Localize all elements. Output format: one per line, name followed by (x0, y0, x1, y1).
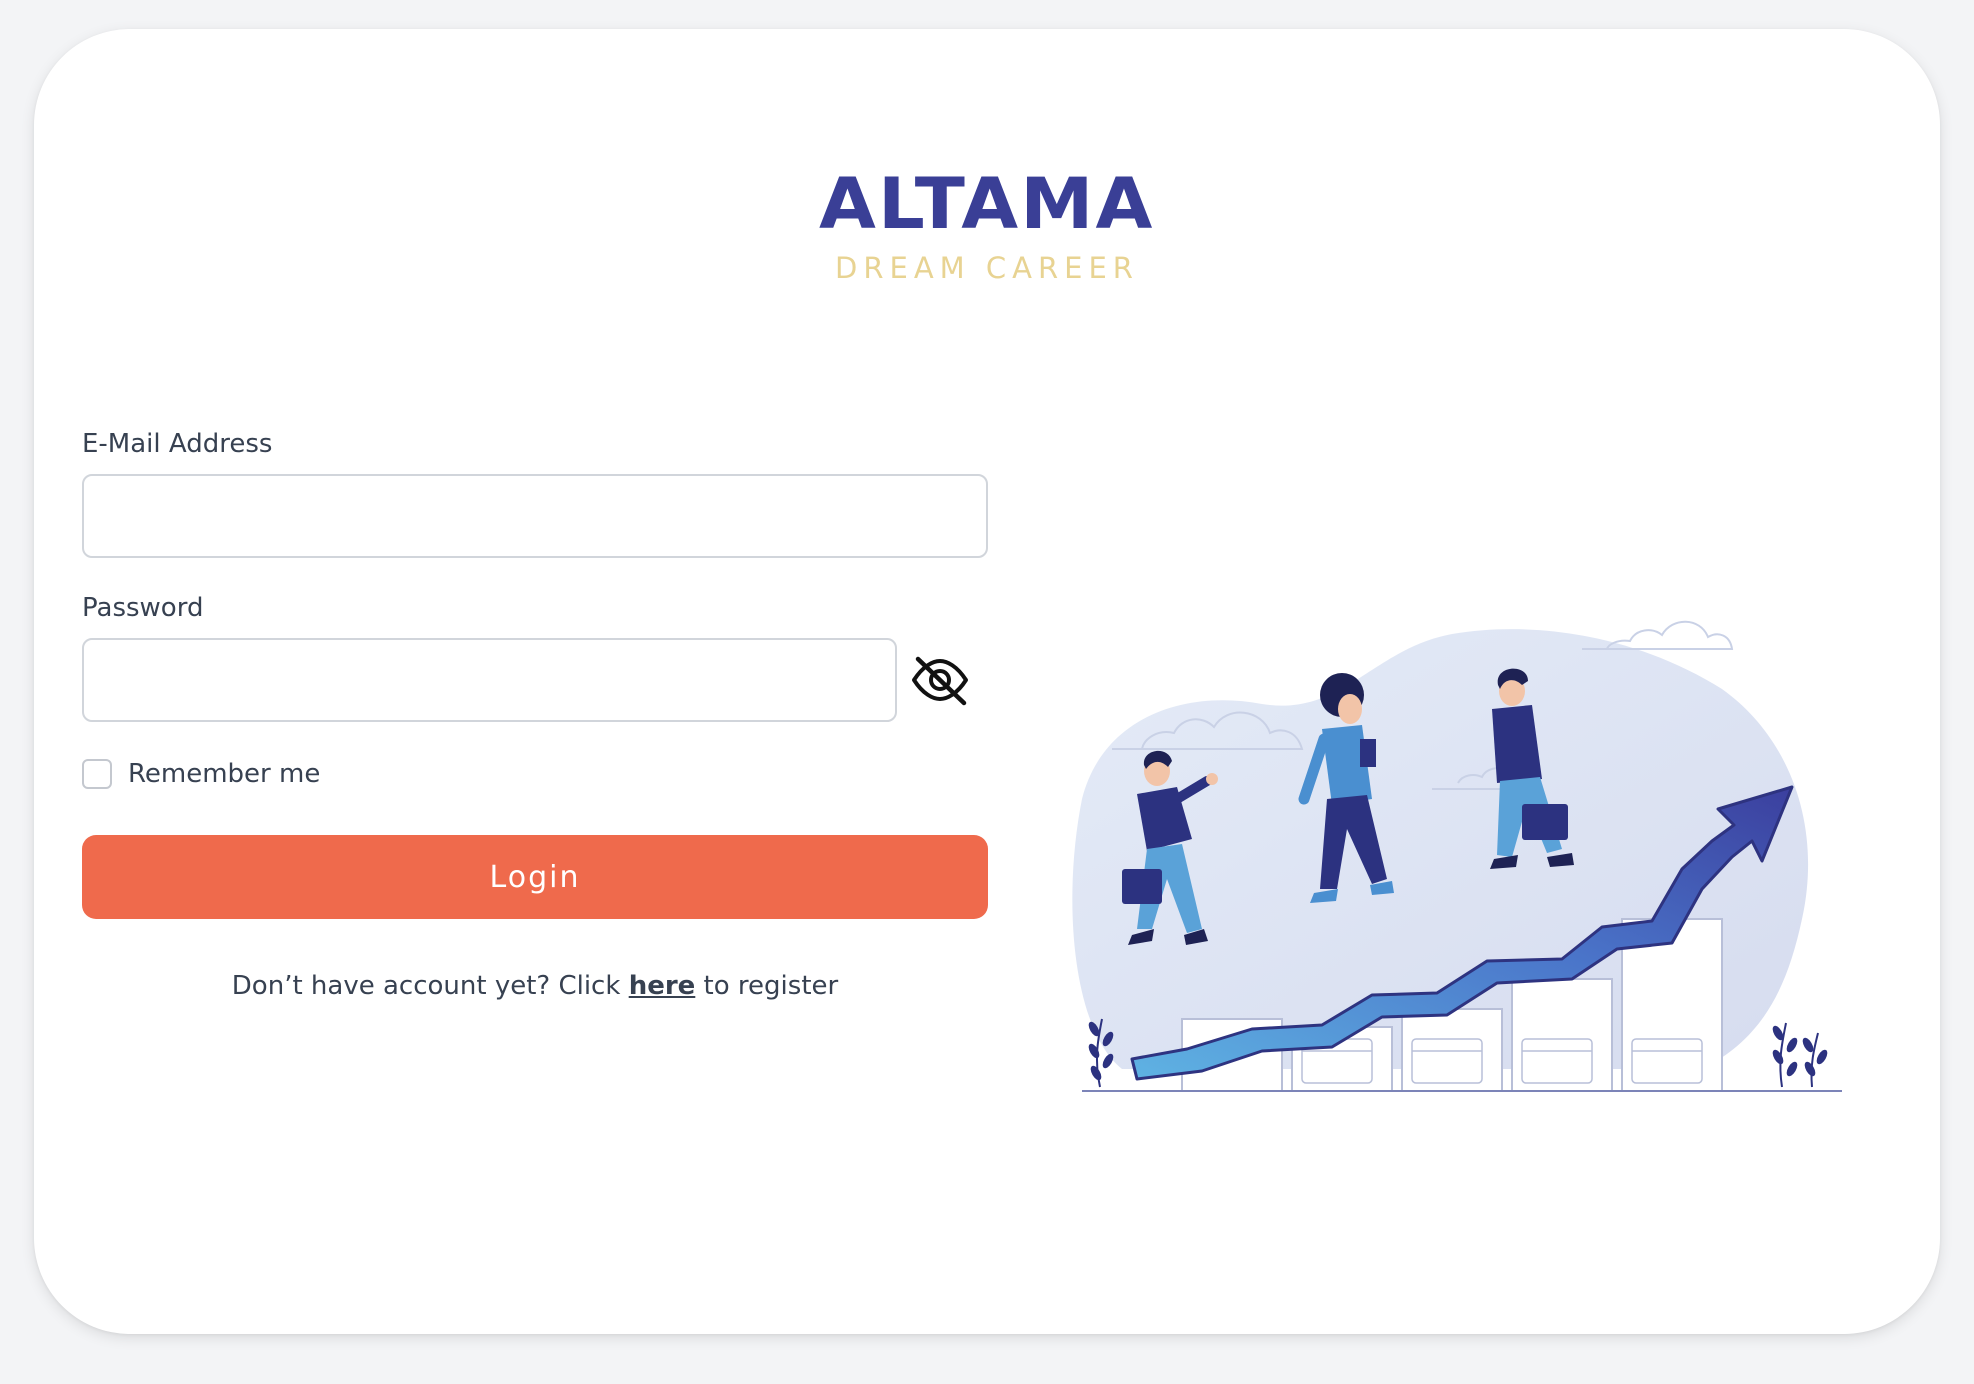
eye-slash-icon (912, 656, 968, 706)
email-label: E-Mail Address (82, 429, 273, 459)
register-prompt: Don’t have account yet? Click here to re… (82, 971, 988, 1001)
password-input[interactable] (82, 638, 897, 722)
register-prefix: Don’t have account yet? Click (231, 971, 629, 1001)
remember-me: Remember me (82, 759, 320, 789)
remember-me-label: Remember me (128, 759, 321, 789)
login-button[interactable]: Login (82, 835, 988, 919)
register-link[interactable]: here (629, 971, 696, 1001)
login-card: ALTAMA DREAM CAREER E-Mail Address Passw… (34, 29, 1940, 1334)
logo: ALTAMA DREAM CAREER (34, 169, 1940, 285)
logo-title: ALTAMA (819, 163, 1155, 245)
toggle-password-visibility-button[interactable] (909, 652, 971, 708)
career-growth-illustration (1042, 599, 1882, 1139)
remember-me-checkbox[interactable] (82, 759, 112, 789)
logo-subtitle: DREAM CAREER (835, 251, 1139, 285)
register-suffix: to register (695, 971, 839, 1001)
email-input[interactable] (82, 474, 988, 558)
career-growth-image (1072, 620, 1842, 1092)
password-label: Password (82, 593, 204, 623)
